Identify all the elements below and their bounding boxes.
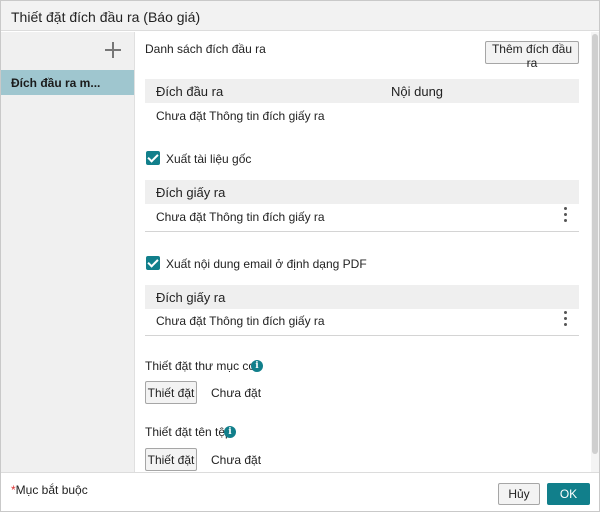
- dest-list-label: Danh sách đích đầu ra: [145, 42, 266, 56]
- divider: [145, 231, 579, 232]
- required-note: *Mục bắt buộc: [11, 483, 88, 497]
- filename-settings-button[interactable]: Thiết đặt: [145, 448, 197, 471]
- original-doc-checkbox[interactable]: [146, 151, 160, 165]
- dialog-footer: *Mục bắt buộc Hủy OK: [1, 472, 599, 511]
- sidebar-item-output-destination[interactable]: Đích đầu ra m...: [1, 70, 134, 95]
- subfolder-settings-button[interactable]: Thiết đặt: [145, 381, 197, 404]
- sidebar: Đích đầu ra m...: [1, 32, 135, 472]
- email-pdf-table-header: Đích giấy ra: [145, 285, 579, 309]
- ok-button[interactable]: OK: [547, 483, 590, 505]
- info-icon[interactable]: i: [224, 426, 236, 438]
- output-tray-header: Đích giấy ra: [156, 290, 226, 305]
- dest-col-header: Đích đầu ra: [156, 84, 224, 99]
- more-vertical-icon[interactable]: [563, 206, 569, 224]
- output-destination-dialog: Thiết đặt đích đầu ra (Báo giá) Đích đầu…: [0, 0, 600, 512]
- dest-table-header: Đích đầu ra Nội dung: [145, 79, 579, 103]
- more-vertical-icon[interactable]: [563, 310, 569, 328]
- scrollbar-thumb[interactable]: [592, 34, 598, 454]
- main-panel: Danh sách đích đầu ra Thêm đích đầu ra Đ…: [135, 32, 590, 472]
- content-col-header: Nội dung: [391, 84, 444, 99]
- filename-label: Thiết đặt tên tệp: [145, 425, 232, 439]
- email-pdf-checkbox[interactable]: [146, 256, 160, 270]
- add-destination-button[interactable]: Thêm đích đầu ra: [485, 41, 579, 70]
- plus-icon[interactable]: [105, 42, 121, 58]
- email-pdf-label: Xuất nội dung email ở định dạng PDF: [166, 257, 367, 271]
- subfolder-label: Thiết đặt thư mục con: [145, 359, 262, 373]
- dest-table-row: Chưa đặt Thông tin đích giấy ra: [156, 109, 325, 123]
- dialog-title: Thiết đặt đích đầu ra (Báo giá): [1, 1, 599, 31]
- scrollbar[interactable]: [591, 32, 599, 472]
- info-icon[interactable]: i: [251, 360, 263, 372]
- original-doc-label: Xuất tài liệu gốc: [166, 152, 252, 166]
- original-doc-row: Chưa đặt Thông tin đích giấy ra: [156, 210, 325, 224]
- original-doc-table-header: Đích giấy ra: [145, 180, 579, 204]
- email-pdf-row: Chưa đặt Thông tin đích giấy ra: [156, 314, 325, 328]
- cancel-button[interactable]: Hủy: [498, 483, 540, 505]
- required-text: Mục bắt buộc: [15, 483, 88, 497]
- filename-status: Chưa đặt: [211, 453, 262, 467]
- divider: [145, 335, 579, 336]
- output-tray-header: Đích giấy ra: [156, 185, 226, 200]
- subfolder-status: Chưa đặt: [211, 386, 262, 400]
